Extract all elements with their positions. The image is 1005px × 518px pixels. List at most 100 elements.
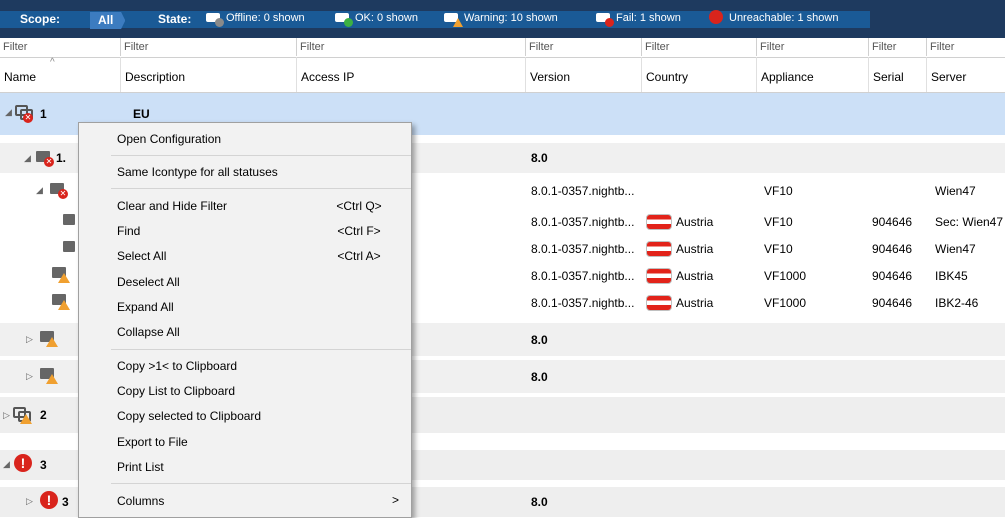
menu-item-label: Print List xyxy=(117,460,164,474)
menu-deselect-all[interactable]: Deselect All xyxy=(79,270,411,294)
menu-export-file[interactable]: Export to File xyxy=(79,430,411,454)
menu-same-icontype[interactable]: Same Icontype for all statuses xyxy=(79,160,411,184)
filter-version-input[interactable]: Filter xyxy=(526,38,642,56)
filter-row: Filter Filter Filter Filter Filter Filte… xyxy=(0,38,1005,58)
menu-item-label: Export to File xyxy=(117,435,188,449)
network-group-warning-icon xyxy=(13,407,32,424)
firewall-icon xyxy=(63,214,79,228)
filter-serial-input[interactable]: Filter xyxy=(869,38,927,56)
row-version: 8.0 xyxy=(531,495,548,509)
expand-arrow-icon[interactable]: ▷ xyxy=(26,371,33,382)
menu-find[interactable]: Find <Ctrl F> xyxy=(79,219,411,243)
menu-open-configuration[interactable]: Open Configuration xyxy=(79,127,411,151)
menu-separator xyxy=(111,188,411,189)
row-name: 3 xyxy=(40,458,47,472)
menu-item-label: Copy selected to Clipboard xyxy=(117,409,262,423)
austria-flag-icon xyxy=(646,213,672,230)
state-offline-label: Offline: 0 shown xyxy=(226,12,305,24)
austria-flag-icon xyxy=(646,240,672,257)
unreachable-group-icon: ! xyxy=(14,454,32,472)
row-country-label: Austria xyxy=(676,241,714,256)
menu-copy-list[interactable]: Copy List to Clipboard xyxy=(79,379,411,403)
row-appliance: VF10 xyxy=(764,214,793,229)
menu-clear-hide-filter[interactable]: Clear and Hide Filter <Ctrl Q> xyxy=(79,194,411,218)
menu-print-list[interactable]: Print List xyxy=(79,455,411,479)
austria-flag-icon xyxy=(646,267,672,284)
row-country: Austria xyxy=(646,209,756,234)
row-appliance: VF10 xyxy=(764,241,793,256)
collapse-arrow-icon[interactable]: ◢ xyxy=(5,107,12,118)
server-group-fail-icon: ✕ xyxy=(36,151,54,167)
row-country: Austria xyxy=(646,290,756,315)
state-fail-label: Fail: 1 shown xyxy=(616,12,681,24)
row-country-label: Austria xyxy=(676,295,714,310)
filter-description-input[interactable]: Filter xyxy=(121,38,297,56)
collapse-arrow-icon[interactable]: ◢ xyxy=(3,459,10,470)
firewall-warning-icon xyxy=(52,267,70,283)
row-version: 8.0 xyxy=(531,369,548,384)
collapse-arrow-icon[interactable]: ◢ xyxy=(36,185,43,196)
collapse-arrow-icon[interactable]: ◢ xyxy=(24,153,31,164)
row-name: 2 xyxy=(40,408,47,422)
fail-monitor-icon xyxy=(596,12,614,27)
row-serial: 904646 xyxy=(872,268,913,283)
column-header-description[interactable]: Description xyxy=(121,57,297,92)
menu-select-all[interactable]: Select All <Ctrl A> xyxy=(79,244,411,268)
menu-collapse-all[interactable]: Collapse All xyxy=(79,320,411,344)
menu-item-label: Deselect All xyxy=(117,275,180,289)
filter-name-input[interactable]: Filter xyxy=(0,38,121,56)
menu-item-label: Columns xyxy=(117,494,165,508)
row-server: IBK45 xyxy=(935,268,968,283)
filter-appliance-input[interactable]: Filter xyxy=(757,38,869,56)
menu-expand-all[interactable]: Expand All xyxy=(79,295,411,319)
column-header-version[interactable]: Version xyxy=(526,57,642,92)
menu-copy-1[interactable]: Copy >1< to Clipboard xyxy=(79,354,411,378)
state-unreachable-filter[interactable]: Unreachable: 1 shown xyxy=(709,10,839,24)
row-version: 8.0.1-0357.nightb... xyxy=(531,295,635,310)
column-header-row: ^ Name Description Access IP Version Cou… xyxy=(0,57,1005,93)
row-serial: 904646 xyxy=(872,214,913,229)
menu-item-label: Expand All xyxy=(117,300,174,314)
column-header-name[interactable]: ^ Name xyxy=(0,57,121,92)
column-header-server[interactable]: Server xyxy=(927,57,1005,92)
menu-item-label: Find xyxy=(117,224,141,238)
austria-flag-icon xyxy=(646,294,672,311)
scope-all-button[interactable]: All xyxy=(90,12,126,29)
sort-ascending-icon: ^ xyxy=(50,57,55,68)
column-header-serial[interactable]: Serial xyxy=(869,57,927,92)
column-header-label: Name xyxy=(4,70,37,84)
row-appliance: VF1000 xyxy=(764,268,807,283)
expand-arrow-icon[interactable]: ▷ xyxy=(26,334,33,345)
server-group-warning-icon xyxy=(40,368,58,384)
menu-copy-selected[interactable]: Copy selected to Clipboard xyxy=(79,404,411,428)
column-header-country[interactable]: Country xyxy=(642,57,757,92)
expand-arrow-icon[interactable]: ▷ xyxy=(26,496,33,507)
scope-label: Scope: xyxy=(20,12,61,26)
row-country: Austria xyxy=(646,263,756,288)
state-warning-filter[interactable]: Warning: 10 shown xyxy=(444,12,558,27)
state-label: State: xyxy=(158,12,192,26)
filter-country-input[interactable]: Filter xyxy=(642,38,757,56)
menu-item-shortcut: <Ctrl A> xyxy=(337,249,381,263)
state-ok-filter[interactable]: OK: 0 shown xyxy=(335,12,418,27)
row-server: Sec: Wien47 xyxy=(935,214,1004,229)
column-header-appliance[interactable]: Appliance xyxy=(757,57,869,92)
firewall-icon xyxy=(63,241,79,255)
column-header-access-ip[interactable]: Access IP xyxy=(297,57,526,92)
state-fail-filter[interactable]: Fail: 1 shown xyxy=(596,12,681,27)
menu-columns[interactable]: Columns > xyxy=(79,489,411,513)
menu-item-label: Same Icontype for all statuses xyxy=(117,165,278,179)
filter-server-input[interactable]: Filter xyxy=(927,38,1005,56)
expand-arrow-icon[interactable]: ▷ xyxy=(3,410,10,421)
state-unreachable-label: Unreachable: 1 shown xyxy=(729,12,839,24)
filter-access-ip-input[interactable]: Filter xyxy=(297,38,526,56)
menu-item-label: Select All xyxy=(117,249,167,263)
state-offline-filter[interactable]: Offline: 0 shown xyxy=(206,12,305,27)
row-version: 8.0.1-0357.nightb... xyxy=(531,268,635,283)
row-version: 8.0.1-0357.nightb... xyxy=(531,241,635,256)
context-menu: Open Configuration Same Icontype for all… xyxy=(78,122,412,518)
unreachable-icon xyxy=(709,10,726,24)
firewall-warning-icon xyxy=(52,294,70,310)
submenu-arrow-icon: > xyxy=(391,493,399,507)
row-version: 8.0 xyxy=(531,151,548,165)
